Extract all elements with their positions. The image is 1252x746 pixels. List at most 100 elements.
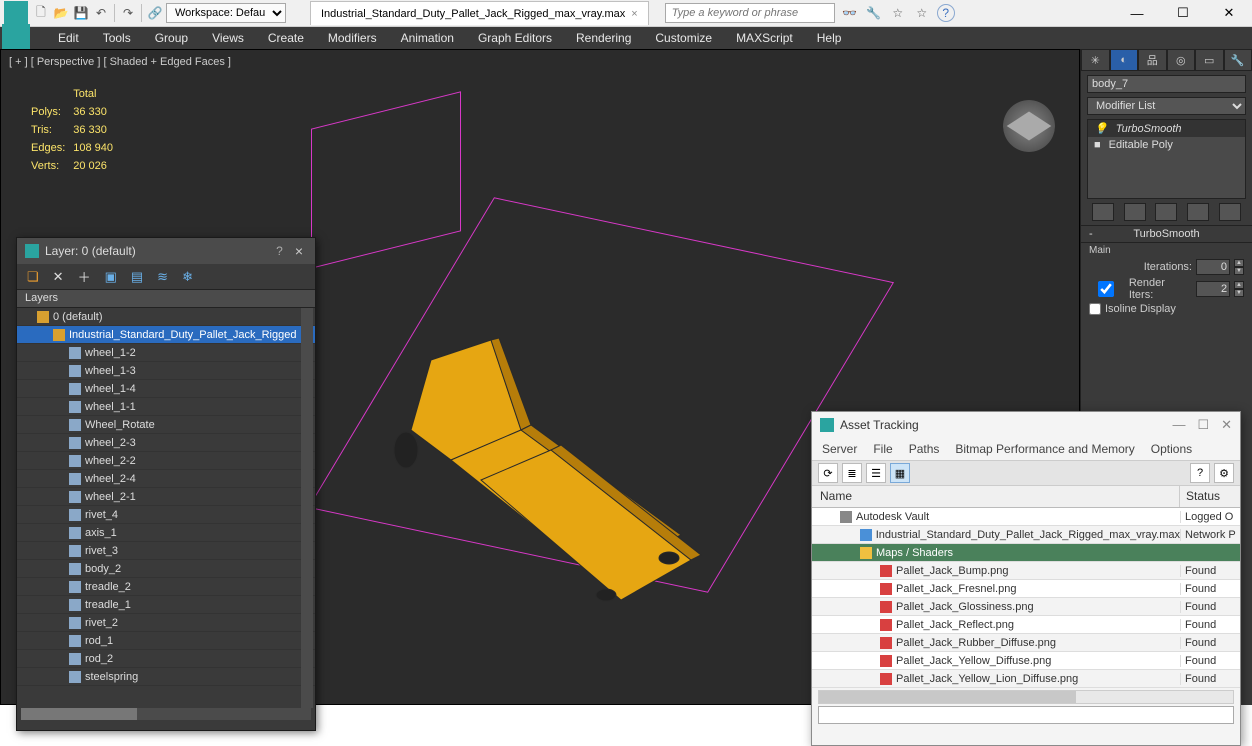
asset-row[interactable]: Autodesk VaultLogged O — [812, 508, 1240, 526]
layer-item[interactable]: 0 (default) — [17, 308, 315, 326]
help-icon[interactable]: ? — [268, 244, 291, 258]
menu-modifiers[interactable]: Modifiers — [328, 31, 377, 45]
freeze-icon[interactable]: ❄ — [182, 269, 193, 285]
menu-help[interactable]: Help — [817, 31, 842, 45]
minimize-icon[interactable]: — — [1172, 417, 1185, 433]
list-icon[interactable]: ☰ — [866, 463, 886, 483]
save-icon[interactable]: 💾 — [72, 4, 90, 22]
select-highlight-icon[interactable]: ▣ — [105, 269, 117, 285]
display-tab-icon[interactable]: ▭ — [1195, 49, 1224, 71]
modifier-item[interactable]: 💡TurboSmooth — [1088, 120, 1245, 137]
asset-row[interactable]: Pallet_Jack_Rubber_Diffuse.pngFound — [812, 634, 1240, 652]
new-icon[interactable]: 🗋 — [32, 4, 50, 22]
viewport-label[interactable]: [ + ] [ Perspective ] [ Shaded + Edged F… — [9, 56, 231, 68]
redo-icon[interactable]: ↷ — [119, 4, 137, 22]
select-children-icon[interactable]: ▤ — [131, 269, 143, 285]
object-name-input[interactable] — [1087, 75, 1246, 93]
star-icon[interactable]: ☆ — [889, 4, 907, 22]
search-input[interactable] — [665, 3, 835, 23]
new-layer-icon[interactable]: ❏ — [27, 269, 39, 285]
horizontal-scrollbar[interactable] — [21, 708, 311, 720]
layer-panel-titlebar[interactable]: Layer: 0 (default) ? × — [17, 238, 315, 264]
utilities-tab-icon[interactable]: 🔧 — [1224, 49, 1252, 71]
layer-item[interactable]: wheel_1-1 — [17, 398, 315, 416]
hide-icon[interactable]: ≋ — [157, 269, 168, 285]
isoline-checkbox[interactable] — [1089, 303, 1101, 315]
modify-tab-icon[interactable]: ◐ — [1110, 49, 1139, 71]
menu-rendering[interactable]: Rendering — [576, 31, 631, 45]
layer-item[interactable]: wheel_1-2 — [17, 344, 315, 362]
modifier-item[interactable]: ■Editable Poly — [1088, 137, 1245, 153]
menu-tools[interactable]: Tools — [103, 31, 131, 45]
layer-item[interactable]: axis_1 — [17, 524, 315, 542]
table-icon[interactable]: ▦ — [890, 463, 910, 483]
layer-item[interactable]: wheel_2-4 — [17, 470, 315, 488]
wrench-icon[interactable]: 🔧 — [865, 4, 883, 22]
layer-item[interactable]: wheel_2-1 — [17, 488, 315, 506]
spinner[interactable]: ▲▼ — [1234, 281, 1244, 297]
asset-row[interactable]: Pallet_Jack_Reflect.pngFound — [812, 616, 1240, 634]
layer-item[interactable]: treadle_1 — [17, 596, 315, 614]
workspace-selector[interactable]: Workspace: Default — [166, 3, 286, 23]
path-input[interactable] — [818, 706, 1234, 724]
undo-icon[interactable]: ↶ — [92, 4, 110, 22]
iterations-input[interactable] — [1196, 259, 1230, 275]
menu-graph-editors[interactable]: Graph Editors — [478, 31, 552, 45]
layer-item[interactable]: wheel_1-4 — [17, 380, 315, 398]
asset-row[interactable]: Pallet_Jack_Yellow_Lion_Diffuse.pngFound — [812, 670, 1240, 688]
tree-icon[interactable]: ≣ — [842, 463, 862, 483]
layer-item[interactable]: wheel_2-3 — [17, 434, 315, 452]
view-cube[interactable] — [1003, 100, 1055, 152]
refresh-icon[interactable]: ⟳ — [818, 463, 838, 483]
layer-item[interactable]: treadle_2 — [17, 578, 315, 596]
menu-file[interactable]: File — [873, 442, 892, 456]
horizontal-scrollbar[interactable] — [818, 690, 1234, 704]
show-end-result-icon[interactable] — [1124, 203, 1146, 221]
menu-server[interactable]: Server — [822, 442, 857, 456]
add-to-layer-icon[interactable]: ＋ — [78, 267, 91, 286]
spinner[interactable]: ▲▼ — [1234, 259, 1244, 275]
maximize-icon[interactable]: ☐ — [1197, 417, 1209, 433]
help-icon[interactable]: ? — [1190, 463, 1210, 483]
modifier-list-select[interactable]: Modifier List — [1087, 97, 1246, 115]
close-icon[interactable]: × — [291, 243, 307, 259]
modifier-stack[interactable]: 💡TurboSmooth ■Editable Poly — [1087, 119, 1246, 199]
asset-row[interactable]: Pallet_Jack_Bump.pngFound — [812, 562, 1240, 580]
close-button[interactable]: ✕ — [1206, 0, 1252, 27]
asset-row[interactable]: Pallet_Jack_Glossiness.pngFound — [812, 598, 1240, 616]
document-tab[interactable]: Industrial_Standard_Duty_Pallet_Jack_Rig… — [310, 1, 649, 25]
asset-row[interactable]: Pallet_Jack_Fresnel.pngFound — [812, 580, 1240, 598]
close-icon[interactable]: ✕ — [1221, 417, 1232, 433]
settings-icon[interactable]: ⚙ — [1214, 463, 1234, 483]
layer-tree[interactable]: 0 (default)Industrial_Standard_Duty_Pall… — [17, 308, 315, 708]
hierarchy-tab-icon[interactable]: 品 — [1138, 49, 1167, 71]
col-status[interactable]: Status — [1180, 486, 1240, 507]
render-iters-input[interactable] — [1196, 281, 1230, 297]
asset-panel-titlebar[interactable]: Asset Tracking — ☐ ✕ — [812, 412, 1240, 438]
menu-options[interactable]: Options — [1151, 442, 1192, 456]
layer-item[interactable]: rivet_4 — [17, 506, 315, 524]
col-name[interactable]: Name — [812, 486, 1180, 507]
menu-bitmap[interactable]: Bitmap Performance and Memory — [955, 442, 1134, 456]
layer-item[interactable]: Industrial_Standard_Duty_Pallet_Jack_Rig… — [17, 326, 315, 344]
remove-modifier-icon[interactable] — [1187, 203, 1209, 221]
menu-paths[interactable]: Paths — [909, 442, 940, 456]
layer-item[interactable]: wheel_2-2 — [17, 452, 315, 470]
binoculars-icon[interactable]: 👓 — [841, 4, 859, 22]
rollout-header[interactable]: TurboSmooth — [1081, 225, 1252, 243]
menu-group[interactable]: Group — [155, 31, 188, 45]
link-icon[interactable]: 🔗 — [146, 4, 164, 22]
help-icon[interactable]: ? — [937, 4, 955, 22]
menu-create[interactable]: Create — [268, 31, 304, 45]
menu-edit[interactable]: Edit — [58, 31, 79, 45]
pin-stack-icon[interactable] — [1092, 203, 1114, 221]
create-tab-icon[interactable]: ✳ — [1081, 49, 1110, 71]
asset-row[interactable]: Maps / Shaders — [812, 544, 1240, 562]
minimize-button[interactable]: — — [1114, 0, 1160, 27]
maximize-button[interactable]: ☐ — [1160, 0, 1206, 27]
layer-item[interactable]: rod_2 — [17, 650, 315, 668]
menu-customize[interactable]: Customize — [655, 31, 712, 45]
layer-item[interactable]: Wheel_Rotate — [17, 416, 315, 434]
menu-maxscript[interactable]: MAXScript — [736, 31, 793, 45]
open-icon[interactable]: 📂 — [52, 4, 70, 22]
